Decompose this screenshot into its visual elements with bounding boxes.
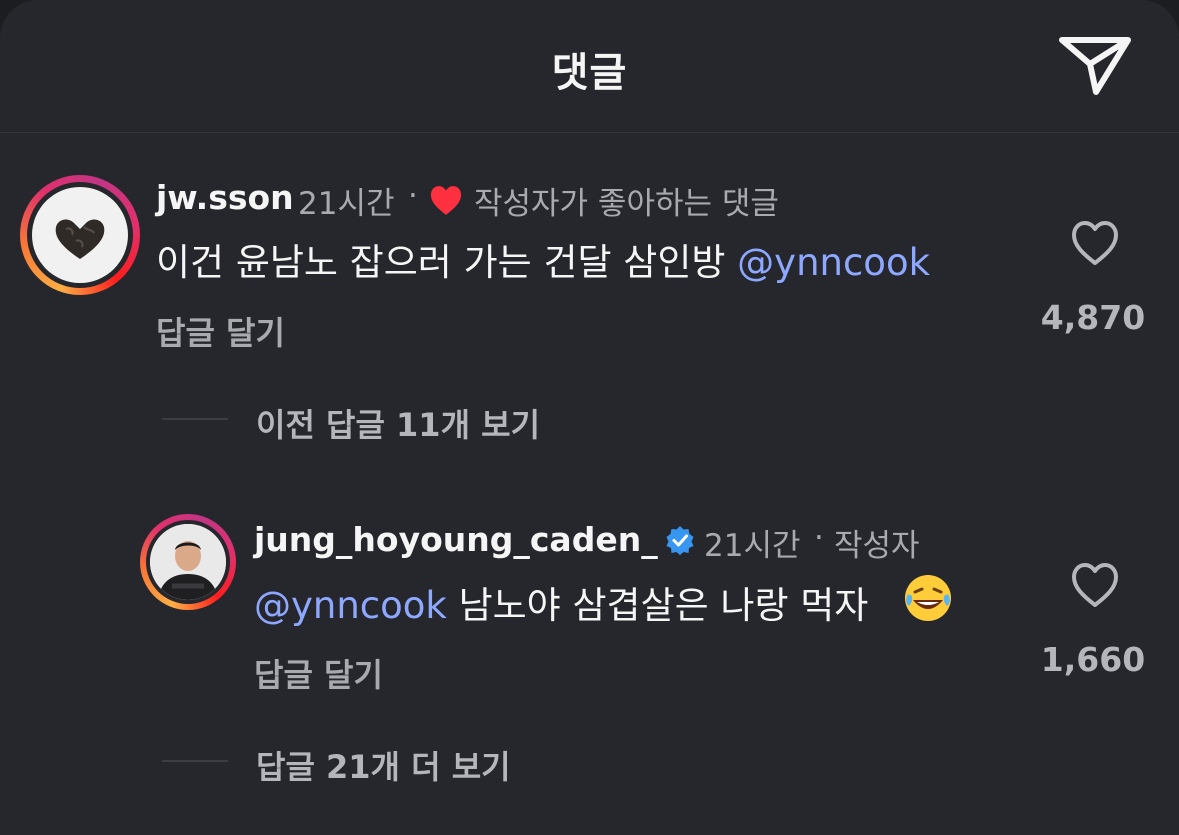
comment-text: 이건 윤남노 잡으러 가는 건달 삼인방	[156, 241, 738, 284]
comments-header: 댓글	[0, 0, 1179, 133]
view-more-replies-button[interactable]: 답글 21개 더 보기	[256, 742, 511, 788]
verified-badge-icon	[666, 526, 694, 555]
comment-timestamp: 21시간	[298, 186, 395, 222]
reply-timestamp: 21시간	[704, 528, 801, 564]
comment-username[interactable]: jw.sson	[156, 178, 294, 217]
heart-outline-icon[interactable]	[1070, 562, 1120, 608]
mention-link[interactable]: @ynncook	[254, 584, 447, 627]
like-count: 1,660	[1040, 640, 1146, 679]
reply-username[interactable]: jung_hoyoung_caden_	[254, 520, 658, 559]
author-tag: 작성자	[834, 528, 920, 564]
mention-link[interactable]: @ynncook	[737, 241, 930, 284]
like-count: 4,870	[1040, 298, 1146, 337]
page-title: 댓글	[551, 50, 628, 96]
heart-filled-icon	[430, 186, 462, 215]
avatar[interactable]	[20, 175, 140, 295]
meta-separator: ·	[814, 520, 824, 556]
comments-sheet: 댓글 jw.sson 21시간 · 작성자가 좋아하는 댓글 이건 윤남노 잡으…	[0, 0, 1179, 835]
laughing-tears-emoji	[905, 575, 951, 621]
truffle-heart-image	[55, 219, 105, 259]
reply-button[interactable]: 답글 달기	[156, 308, 285, 354]
share-button[interactable]	[1056, 30, 1136, 102]
view-previous-replies-button[interactable]: 이전 답글 11개 보기	[256, 400, 540, 446]
reply-button[interactable]: 답글 달기	[254, 650, 383, 696]
send-icon	[1059, 37, 1131, 95]
thread-divider	[162, 760, 228, 762]
thread-divider	[162, 418, 228, 420]
meta-separator: ·	[408, 178, 418, 214]
heart-outline-icon[interactable]	[1070, 220, 1120, 266]
comment-body: 이건 윤남노 잡으러 가는 건달 삼인방 @ynncook	[156, 232, 930, 286]
reply-text: 남노야 삼겹살은 나랑 먹자	[446, 584, 869, 627]
reply-body: @ynncook 남노야 삼겹살은 나랑 먹자	[254, 575, 868, 629]
creator-liked-badge: 작성자가 좋아하는 댓글	[474, 186, 779, 222]
avatar[interactable]	[140, 514, 236, 610]
chef-photo	[150, 524, 226, 600]
